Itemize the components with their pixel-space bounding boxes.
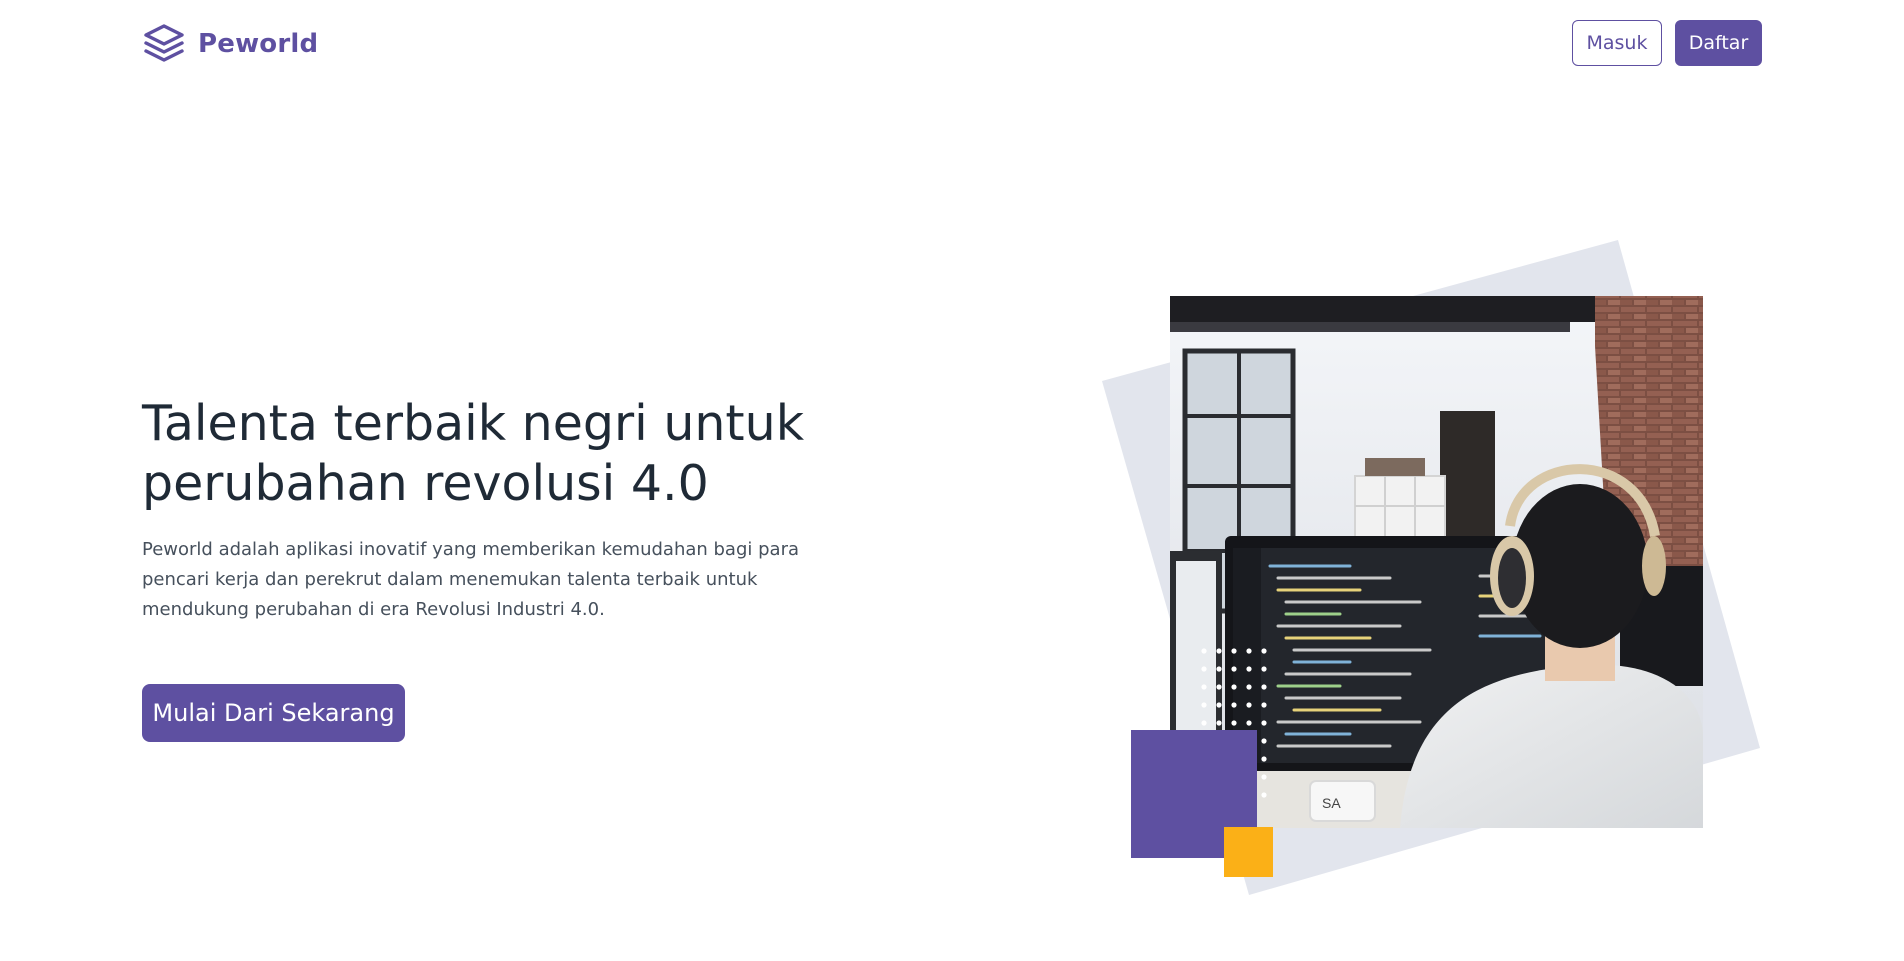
mug-text: SA (1322, 795, 1341, 811)
brand-logo-link[interactable]: Peworld (142, 22, 318, 66)
brand-name: Peworld (198, 29, 319, 59)
start-now-button[interactable]: Mulai Dari Sekarang (142, 684, 405, 742)
hero-illustration: SA (1102, 240, 1760, 895)
hero-title-line-2: perubahan revolusi 4.0 (142, 455, 709, 512)
navbar: Peworld Masuk Daftar (0, 0, 1904, 88)
hero-title: Talenta terbaik negri untuk perubahan re… (142, 394, 862, 514)
login-button[interactable]: Masuk (1572, 20, 1662, 66)
yellow-accent-square (1224, 827, 1273, 877)
stacked-layers-icon (144, 24, 184, 62)
hero-description: Peworld adalah aplikasi inovatif yang me… (142, 539, 799, 620)
hero-title-line-1: Talenta terbaik negri untuk (142, 395, 805, 452)
register-button[interactable]: Daftar (1675, 20, 1762, 66)
